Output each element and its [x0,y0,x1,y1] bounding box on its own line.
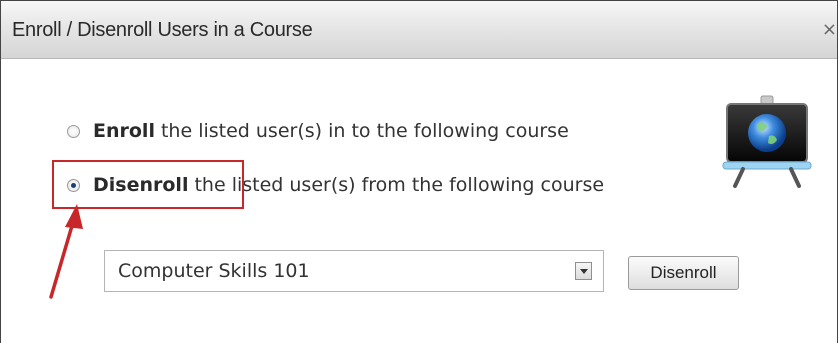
course-select[interactable]: Computer Skills 101 [104,250,604,292]
dialog-titlebar: Enroll / Disenroll Users in a Course × [1,1,837,59]
close-icon[interactable]: × [822,19,837,40]
disenroll-button[interactable]: Disenroll [628,256,739,290]
enroll-option[interactable]: Enroll the listed user(s) in to the foll… [67,120,569,142]
enroll-radio[interactable] [67,124,80,138]
course-select-value: Computer Skills 101 [118,260,310,282]
presentation-easel-globe-icon [722,95,812,188]
enroll-option-label: the listed user(s) in to the following c… [160,120,569,142]
enroll-disenroll-dialog: Enroll / Disenroll Users in a Course × E… [0,0,838,343]
red-arrow-icon [49,204,83,299]
enroll-option-bold-label: Enroll [93,120,155,142]
disenroll-option-label: the listed user(s) from the following co… [194,174,605,196]
dialog-title: Enroll / Disenroll Users in a Course [12,19,313,41]
chevron-down-icon[interactable] [575,262,592,280]
